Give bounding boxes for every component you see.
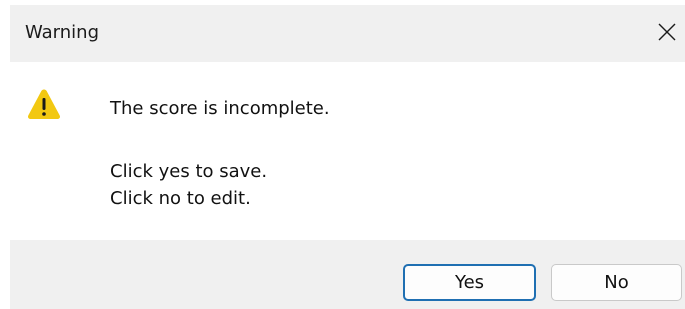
instruction-yes: Click yes to save. (110, 161, 268, 182)
close-button[interactable] (650, 13, 684, 51)
close-icon (658, 23, 676, 41)
warning-icon (28, 89, 60, 119)
title-bar: Warning (10, 5, 685, 62)
button-bar: Yes No (10, 240, 685, 309)
warning-message: The score is incomplete. (110, 98, 330, 119)
warning-dialog: Warning The score is incomplete. Click y… (10, 5, 685, 309)
dialog-title: Warning (25, 22, 100, 43)
yes-button[interactable]: Yes (403, 264, 536, 301)
no-button[interactable]: No (551, 264, 682, 301)
dialog-body: The score is incomplete. Click yes to sa… (10, 62, 685, 240)
instruction-no: Click no to edit. (110, 188, 251, 209)
